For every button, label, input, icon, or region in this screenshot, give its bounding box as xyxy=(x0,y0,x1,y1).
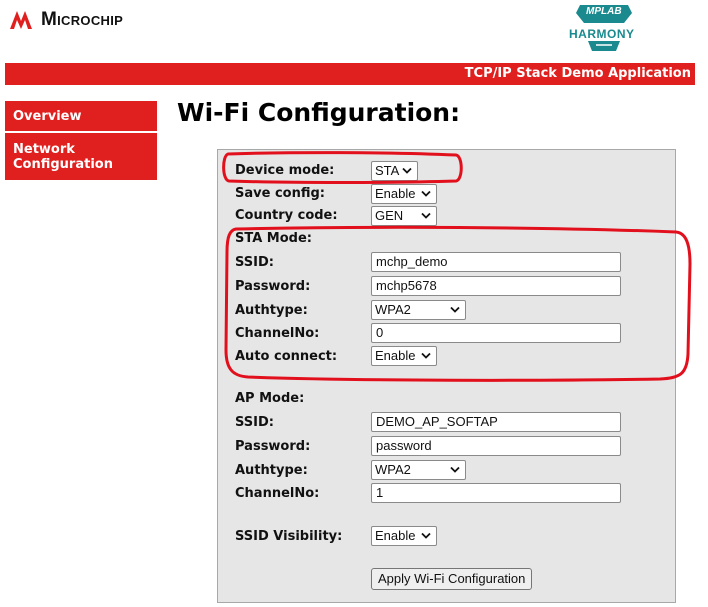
ssid-visibility-select[interactable]: Enable xyxy=(371,526,437,546)
ssid-visibility-value: Enable xyxy=(375,528,416,543)
sta-authtype-value: WPA2 xyxy=(375,302,411,317)
save-config-label: Save config: xyxy=(235,186,325,201)
harmony-logo-text: HARMONY xyxy=(569,27,635,41)
ap-authtype-label: Authtype: xyxy=(235,463,308,478)
apply-wifi-configuration-button[interactable]: Apply Wi-Fi Configuration xyxy=(371,568,533,590)
sta-ssid-input[interactable]: mchp_demo xyxy=(371,252,621,272)
sidebar-item-network-configuration[interactable]: Network Configuration xyxy=(5,133,157,180)
sta-channel-input[interactable]: 0 xyxy=(371,323,621,343)
ssid-visibility-label: SSID Visibility: xyxy=(235,529,343,544)
sta-ssid-label: SSID: xyxy=(235,255,274,270)
sta-authtype-select[interactable]: WPA2 xyxy=(371,300,466,320)
chevron-down-icon xyxy=(421,190,431,197)
mplab-logo-text: MPLAB xyxy=(586,6,622,17)
auto-connect-value: Enable xyxy=(375,348,416,363)
sta-channel-label: ChannelNo: xyxy=(235,326,320,341)
device-mode-value: STA xyxy=(375,163,400,178)
chevron-down-icon xyxy=(402,167,412,174)
sta-authtype-label: Authtype: xyxy=(235,303,308,318)
sta-mode-heading: STA Mode: xyxy=(235,231,312,246)
page-title: Wi-Fi Configuration: xyxy=(177,98,461,127)
chevron-down-icon xyxy=(421,212,431,219)
device-mode-select[interactable]: STA xyxy=(371,161,418,181)
ap-password-label: Password: xyxy=(235,439,311,454)
ap-ssid-label: SSID: xyxy=(235,415,274,430)
microchip-logo-text: Microchip xyxy=(41,9,124,30)
wifi-config-panel: Device mode: STA Save config: Enable Cou… xyxy=(217,149,676,603)
banner-title: TCP/IP Stack Demo Application xyxy=(464,66,691,81)
save-config-value: Enable xyxy=(375,186,416,201)
microchip-logo[interactable]: Microchip xyxy=(8,5,123,33)
chevron-down-icon xyxy=(421,352,431,359)
page: Microchip MPLAB HARMONY TCP/IP Stack Dem… xyxy=(0,0,708,607)
ap-channel-label: ChannelNo: xyxy=(235,486,320,501)
ap-password-input[interactable]: password xyxy=(371,436,621,456)
device-mode-label: Device mode: xyxy=(235,163,335,178)
country-code-value: GEN xyxy=(375,208,404,223)
save-config-select[interactable]: Enable xyxy=(371,184,437,204)
ap-ssid-input[interactable]: DEMO_AP_SOFTAP xyxy=(371,412,621,432)
auto-connect-label: Auto connect: xyxy=(235,349,338,364)
header-banner: TCP/IP Stack Demo Application xyxy=(5,63,695,85)
chevron-down-icon xyxy=(450,466,460,473)
ap-channel-input[interactable]: 1 xyxy=(371,483,621,503)
auto-connect-select[interactable]: Enable xyxy=(371,346,437,366)
country-code-label: Country code: xyxy=(235,208,338,223)
ap-mode-heading: AP Mode: xyxy=(235,391,305,406)
mplab-harmony-logo: MPLAB HARMONY xyxy=(566,3,648,55)
sidebar-item-overview[interactable]: Overview xyxy=(5,101,157,131)
ap-authtype-value: WPA2 xyxy=(375,462,411,477)
ap-authtype-select[interactable]: WPA2 xyxy=(371,460,466,480)
sta-password-input[interactable]: mchp5678 xyxy=(371,276,621,296)
chevron-down-icon xyxy=(450,306,460,313)
chevron-down-icon xyxy=(421,532,431,539)
microchip-logo-icon xyxy=(10,11,32,29)
country-code-select[interactable]: GEN xyxy=(371,206,437,226)
sta-password-label: Password: xyxy=(235,279,311,294)
